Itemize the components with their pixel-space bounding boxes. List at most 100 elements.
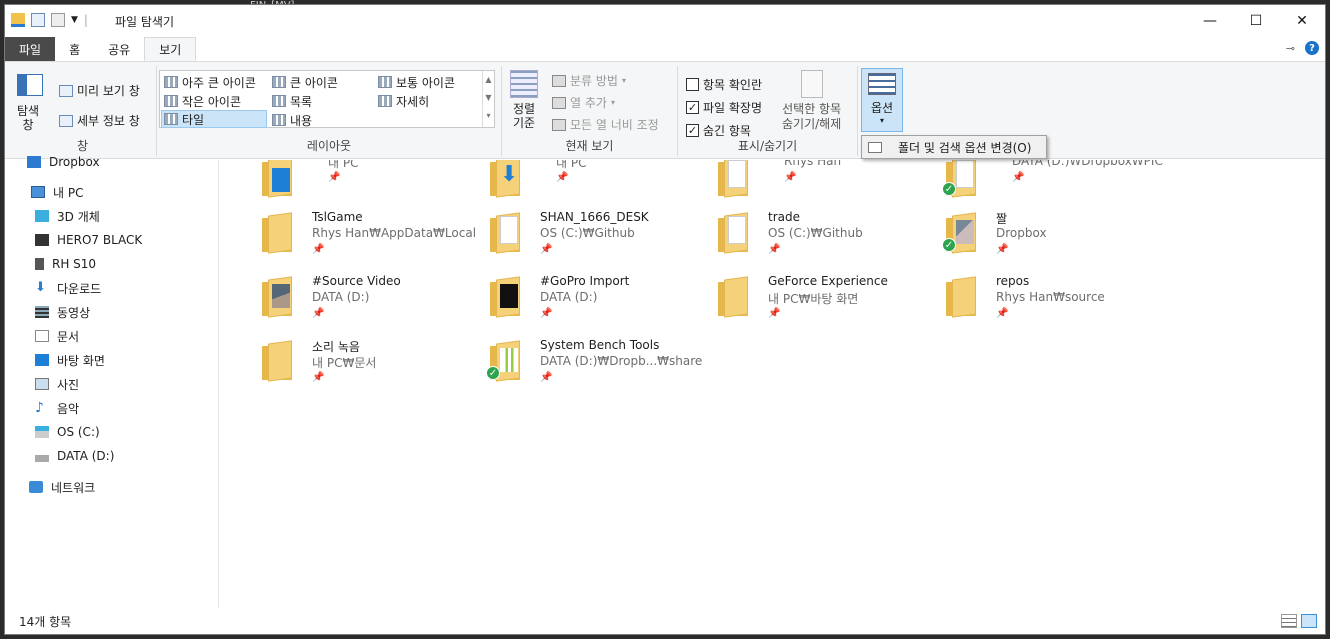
fit-columns-button[interactable]: 모든 열 너비 조정 (552, 116, 659, 133)
file-ext-toggle[interactable]: ✓ 파일 확장명 (686, 99, 762, 116)
item-checkbox-toggle[interactable]: 항목 확인란 (686, 76, 762, 93)
sort-by-button[interactable]: 정렬 기준 (510, 70, 538, 130)
nav-item-3d-objects[interactable]: 3D 개체 (35, 206, 100, 226)
gallery-scroll[interactable]: ▲ ▼ ▾ (482, 71, 494, 127)
pin-icon[interactable]: 📌 (996, 308, 1008, 319)
download-icon: ⬇ (35, 280, 46, 295)
tile-item[interactable]: 내 PC 📌 (236, 160, 456, 212)
nav-label: 음악 (57, 401, 80, 416)
properties-icon[interactable] (31, 13, 45, 27)
help-icon[interactable]: ? (1305, 41, 1319, 55)
minimize-button[interactable]: — (1187, 5, 1233, 37)
checkbox-checked[interactable]: ✓ (686, 101, 699, 114)
nav-item-network[interactable]: 네트워크 (29, 477, 95, 497)
tile-item[interactable]: #Source Video DATA (D:) 📌 (236, 272, 456, 332)
tab-share[interactable]: 공유 (94, 37, 144, 61)
tab-home[interactable]: 홈 (55, 37, 94, 61)
nav-item-this-pc[interactable]: 내 PC (31, 182, 83, 202)
tile-item[interactable]: ✓ 짤 Dropbox 📌 (920, 208, 1140, 268)
options-button[interactable]: 옵션 ▾ (861, 68, 903, 132)
details-icon (378, 95, 392, 107)
close-button[interactable]: ✕ (1279, 5, 1325, 37)
pin-icon[interactable]: 📌 (1012, 172, 1024, 183)
nav-item-videos[interactable]: 동영상 (35, 302, 90, 322)
tile-item[interactable]: ✓ DATA (D:)₩Dropbox₩PIC 📌 (920, 160, 1163, 212)
nav-label: RH S10 (52, 257, 97, 271)
nav-item-dropbox[interactable]: Dropbox (27, 152, 100, 172)
tile-item[interactable]: TslGame Rhys Han₩AppData₩Local 📌 (236, 208, 476, 268)
tile-item[interactable]: ⬇ 내 PC 📌 (464, 160, 684, 212)
nav-item-drive-d[interactable]: DATA (D:) (35, 446, 114, 466)
tab-view[interactable]: 보기 (144, 37, 197, 61)
pin-icon[interactable]: 📌 (328, 172, 340, 183)
nav-item-rh-s10[interactable]: RH S10 (35, 254, 96, 274)
tile-item[interactable]: repos Rhys Han₩source 📌 (920, 272, 1140, 332)
tile-item[interactable]: SHAN_1666_DESK OS (C:)₩Github 📌 (464, 208, 684, 268)
pin-icon[interactable]: 📌 (312, 308, 324, 319)
nav-item-drive-c[interactable]: OS (C:) (35, 422, 100, 442)
3d-objects-icon (35, 210, 49, 222)
add-columns-button[interactable]: 열 추가 ▾ (552, 94, 615, 111)
pin-icon[interactable]: 📌 (556, 172, 568, 183)
pin-icon[interactable]: 📌 (784, 172, 796, 183)
nav-item-documents[interactable]: 문서 (35, 326, 79, 346)
pictures-icon (35, 378, 49, 390)
nav-pane-button[interactable]: 탐색 창 (17, 74, 43, 132)
layout-content[interactable]: 내용 (270, 111, 314, 129)
pin-icon[interactable]: 📌 (768, 244, 780, 255)
tile-path: OS (C:)₩Github (540, 226, 635, 240)
tile-path: Dropbox (996, 226, 1047, 240)
preview-pane-button[interactable]: 미리 보기 창 (59, 82, 140, 99)
details-pane-button[interactable]: 세부 정보 창 (59, 112, 140, 129)
tile-path: 내 PC (328, 160, 359, 170)
tile-name: GeForce Experience (768, 274, 888, 288)
pc-icon (31, 186, 45, 198)
tile-item[interactable]: Rhys Han 📌 (692, 160, 912, 212)
sort-icon (510, 70, 538, 98)
hide-selected-label: 선택한 항목 숨기기/해제 (782, 102, 842, 131)
tile-item[interactable]: #GoPro Import DATA (D:) 📌 (464, 272, 684, 332)
tile-item[interactable]: GeForce Experience 내 PC₩바탕 화면 📌 (692, 272, 912, 332)
nav-item-desktop[interactable]: 바탕 화면 (35, 350, 105, 370)
tile-name: 소리 녹음 (312, 340, 360, 354)
pin-icon[interactable]: 📌 (540, 372, 552, 383)
nav-item-downloads[interactable]: ⬇ 다운로드 (35, 278, 101, 298)
nav-item-hero7[interactable]: HERO7 BLACK (35, 230, 142, 250)
layout-medium-icons[interactable]: 보통 아이콘 (376, 73, 457, 91)
new-folder-icon[interactable] (51, 13, 65, 27)
pin-icon[interactable]: 📌 (312, 244, 324, 255)
network-icon (29, 481, 43, 493)
folder-search-options-item[interactable]: 폴더 및 검색 옵션 변경(O) (890, 139, 1031, 156)
layout-large-icons[interactable]: 큰 아이콘 (270, 73, 340, 91)
pin-icon[interactable]: 📌 (768, 308, 780, 319)
tile-item[interactable]: 소리 녹음 내 PC₩문서 📌 (236, 336, 456, 396)
tile-item[interactable]: ✓ System Bench Tools DATA (D:)₩Dropb...₩… (464, 336, 702, 396)
layout-label: 아주 큰 아이콘 (182, 75, 256, 90)
layout-list[interactable]: 목록 (270, 92, 314, 110)
folder-download-icon: ⬇ (490, 160, 526, 198)
pin-icon[interactable]: 📌 (540, 308, 552, 319)
checkbox-unchecked[interactable] (686, 78, 699, 91)
tiles-icon (164, 113, 178, 125)
hide-selected-button[interactable]: 선택한 항목 숨기기/해제 (782, 70, 841, 132)
layout-tiles[interactable]: 타일 (161, 110, 267, 128)
large-icons-view-icon[interactable] (1301, 614, 1317, 628)
tab-file[interactable]: 파일 (5, 37, 56, 61)
chevron-down-icon[interactable]: ▼ (71, 15, 78, 25)
tile-item[interactable]: trade OS (C:)₩Github 📌 (692, 208, 912, 268)
layout-details[interactable]: 자세히 (376, 92, 431, 110)
nav-item-pictures[interactable]: 사진 (35, 374, 79, 394)
group-show-hide: 항목 확인란 ✓ 파일 확장명 ✓ 숨긴 항목 선택한 항목 숨기기/해제 표시/숨… (678, 66, 858, 156)
pin-icon[interactable]: 📌 (540, 244, 552, 255)
maximize-button[interactable]: ☐ (1233, 5, 1279, 37)
pin-icon[interactable]: 📌 (996, 244, 1008, 255)
checkbox-checked[interactable]: ✓ (686, 124, 699, 137)
details-view-icon[interactable] (1281, 614, 1297, 628)
video-icon (35, 306, 49, 318)
pin-icon[interactable]: 📌 (312, 372, 324, 383)
layout-extra-large-icons[interactable]: 아주 큰 아이콘 (162, 73, 258, 91)
layout-small-icons[interactable]: 작은 아이콘 (162, 92, 243, 110)
nav-item-music[interactable]: ♪ 음악 (35, 398, 79, 418)
group-by-button[interactable]: 분류 방법 ▾ (552, 72, 626, 89)
pin-ribbon-icon[interactable]: ⊸ (1286, 42, 1295, 55)
